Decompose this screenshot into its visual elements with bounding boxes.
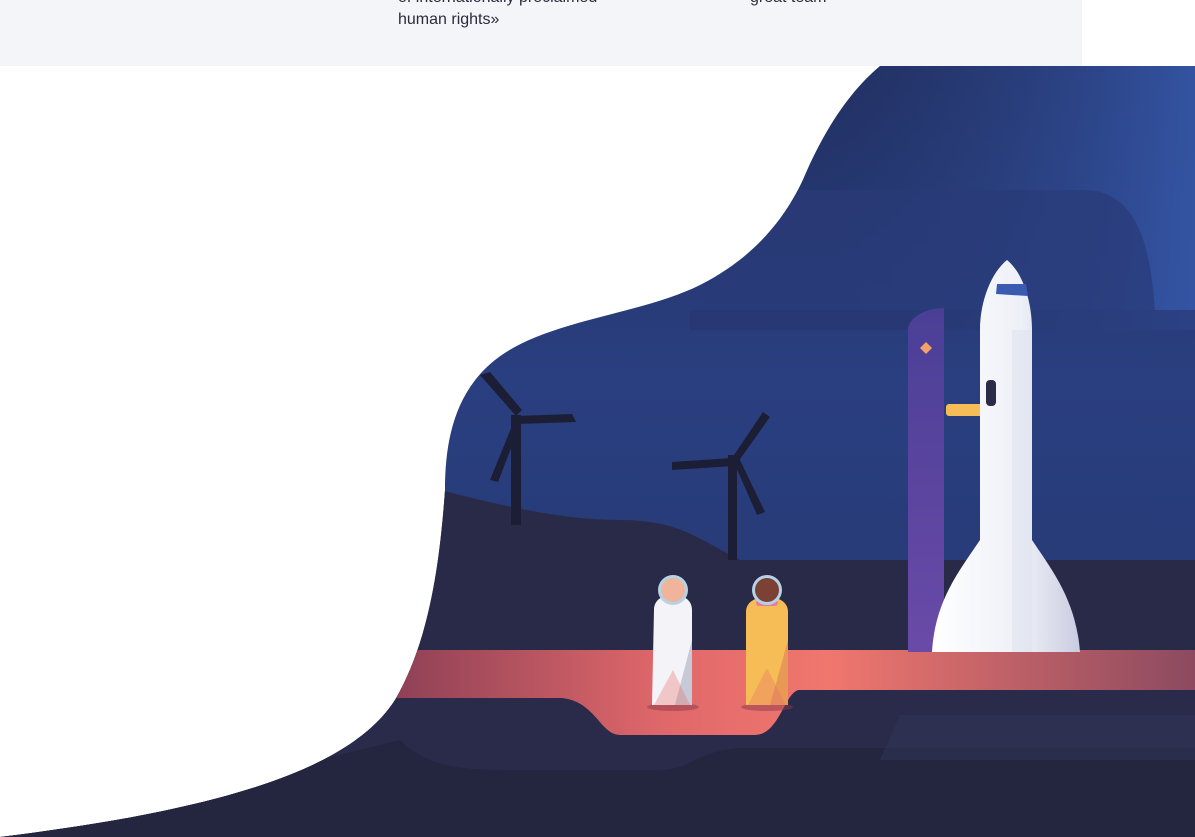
quote-line-2: human rights»	[398, 11, 500, 28]
human-rights-quote: of internationally proclaimed human righ…	[398, 0, 698, 31]
quotes-panel: of internationally proclaimed human righ…	[0, 0, 1082, 66]
quote-line-1: of internationally proclaimed	[398, 0, 698, 9]
team-caption: great team	[750, 0, 826, 9]
rocket-launch-illustration	[0, 66, 1195, 837]
